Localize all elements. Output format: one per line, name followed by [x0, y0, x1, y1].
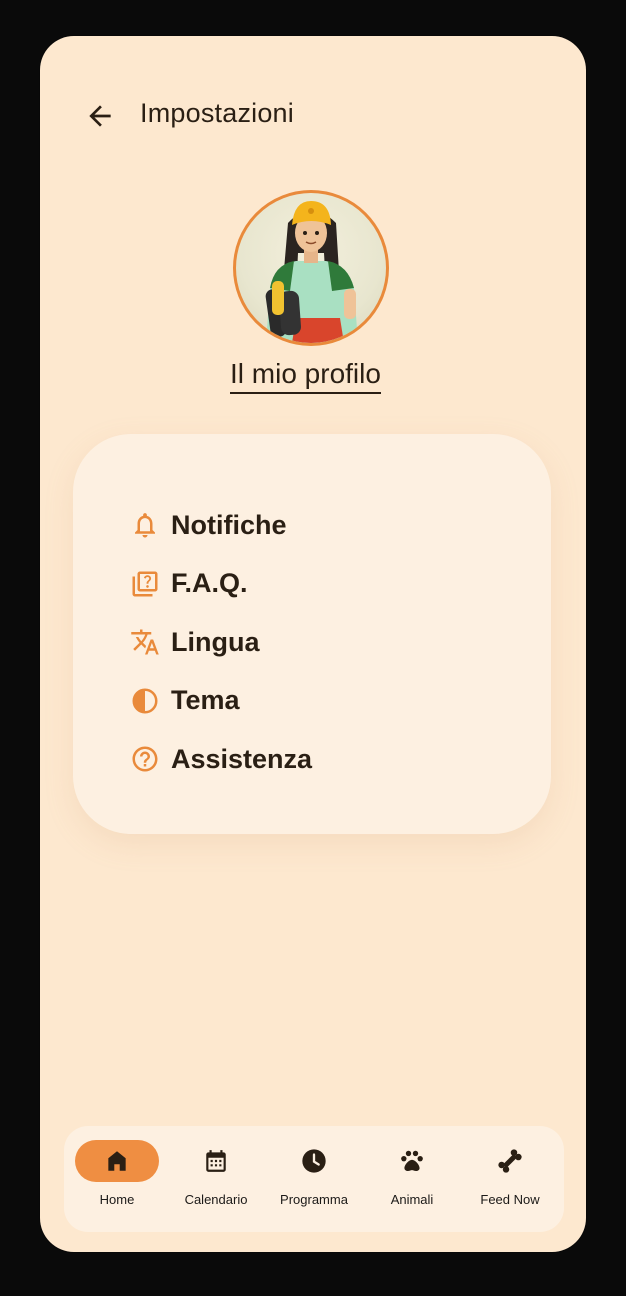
clock-icon — [302, 1149, 326, 1173]
settings-item-label: Assistenza — [171, 743, 313, 774]
nav-label: Feed Now — [480, 1192, 540, 1207]
settings-item-theme[interactable]: Tema — [127, 672, 312, 731]
app-screen: Impostazioni Il mio profilo Notifiche F.… — [40, 36, 586, 1252]
nav-label: Programma — [280, 1192, 348, 1207]
nav-label: Animali — [390, 1192, 434, 1207]
nav-item-calendar[interactable]: Calendario — [167, 1140, 265, 1220]
settings-item-support[interactable]: Assistenza — [127, 730, 312, 789]
nav-active-indicator — [75, 1140, 159, 1182]
settings-item-faq[interactable]: F.A.Q. — [127, 555, 312, 614]
settings-list: Notifiche F.A.Q. Lingua Tema Assistenza — [127, 496, 312, 789]
translate-icon — [127, 624, 163, 660]
settings-card: Notifiche F.A.Q. Lingua Tema Assistenza — [73, 434, 551, 834]
settings-item-label: Notifiche — [171, 509, 287, 540]
calendar-icon — [206, 1150, 226, 1172]
help-circle-icon — [127, 741, 163, 777]
contrast-icon — [127, 683, 163, 719]
nav-label: Home — [99, 1192, 135, 1207]
settings-item-label: F.A.Q. — [171, 568, 248, 599]
avatar-illustration — [265, 201, 358, 343]
bell-icon — [127, 507, 163, 543]
settings-item-label: Lingua — [171, 626, 260, 657]
settings-item-label: Tema — [171, 685, 240, 716]
bone-icon — [498, 1149, 522, 1173]
top-app-bar: Impostazioni — [40, 36, 586, 196]
profile-link[interactable]: Il mio profilo — [230, 358, 381, 394]
settings-item-notifications[interactable]: Notifiche — [127, 496, 312, 555]
arrow-back-icon — [89, 105, 111, 127]
bottom-navigation: Home Calendario Programma Animali Feed N… — [64, 1126, 564, 1232]
nav-item-schedule[interactable]: Programma — [265, 1140, 363, 1220]
nav-label: Calendario — [184, 1192, 248, 1207]
back-button[interactable] — [78, 94, 122, 138]
avatar[interactable] — [233, 190, 389, 346]
home-icon — [108, 1151, 126, 1171]
nav-item-animals[interactable]: Animali — [363, 1140, 461, 1220]
settings-item-language[interactable]: Lingua — [127, 613, 312, 672]
nav-item-feed-now[interactable]: Feed Now — [461, 1140, 559, 1220]
faq-icon — [127, 566, 163, 602]
nav-item-home[interactable]: Home — [68, 1140, 166, 1220]
paw-icon — [401, 1150, 423, 1172]
page-title: Impostazioni — [140, 98, 294, 128]
